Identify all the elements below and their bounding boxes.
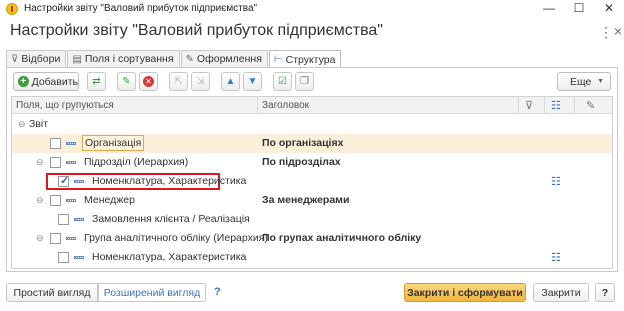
row-field-label[interactable]: Номенклатура, Характеристика (92, 251, 246, 263)
row-field-label[interactable]: Менеджер (84, 194, 135, 206)
field-icon (66, 237, 76, 240)
row-checkbox[interactable] (50, 157, 61, 168)
tab-label: Оформлення (196, 53, 262, 65)
collapse-icon[interactable]: ⊖ (36, 157, 44, 168)
tab-label: Поля і сортування (84, 53, 174, 65)
column-divider (544, 97, 545, 114)
row-checkbox[interactable] (50, 138, 61, 149)
fields-column-icon[interactable]: ☷ (551, 99, 561, 112)
row-checkbox[interactable] (50, 195, 61, 206)
maximize-button[interactable]: ☐ (568, 1, 590, 16)
more-actions-icon[interactable]: ⋮ (599, 24, 613, 41)
move-down-icon[interactable]: ▼ (243, 72, 262, 91)
collapse-icon[interactable]: ⊖ (18, 119, 26, 130)
row-checkbox[interactable] (58, 214, 69, 225)
move-in-icon[interactable]: ⇲ (191, 72, 210, 91)
add-button[interactable]: + Добавить (13, 72, 79, 91)
row-checkbox[interactable] (58, 174, 69, 187)
window-title: Настройки звіту "Валовий прибуток підпри… (24, 3, 258, 14)
tree-row[interactable]: ⊖ Менеджер За менеджерами (12, 191, 612, 210)
column-divider (518, 97, 519, 114)
structure-panel: + Добавить ⇄ ✎ ✕ ⇱ ⇲ ▲ ▼ ☑ ❐ Еще ▼ Поля,… (6, 67, 618, 272)
extended-view-button[interactable]: Розширений вигляд (98, 283, 206, 302)
tree-row[interactable]: ⊖ Підрозділ (Иерархия) По підрозділах (12, 153, 612, 172)
row-field-label[interactable]: Підрозділ (Иерархия) (84, 156, 188, 168)
add-button-label: Добавить (31, 75, 78, 88)
fields-icon: ▤ (72, 53, 82, 65)
row-field-label[interactable]: Номенклатура, Характеристика (92, 175, 246, 187)
row-field-label[interactable]: Група аналітичного обліку (Иерархия) (84, 232, 268, 244)
column-header-title[interactable]: Заголовок (262, 100, 309, 111)
collapse-icon[interactable]: ⊖ (36, 195, 44, 206)
minimize-button[interactable]: — (538, 1, 560, 16)
check-all-icon[interactable]: ☑ (273, 72, 292, 91)
copy-icon[interactable]: ❐ (295, 72, 314, 91)
group-add-icon[interactable]: ⇄ (87, 72, 106, 91)
fields-settings-icon[interactable]: ☷ (551, 251, 561, 264)
row-header-text[interactable]: По підрозділах (262, 156, 341, 168)
row-header-text[interactable]: По групах аналітичного обліку (262, 232, 421, 244)
appearance-column-icon[interactable]: ✎ (586, 99, 595, 112)
tree-row[interactable]: Замовлення клієнта / Реалізація (12, 210, 612, 229)
brush-icon: ✎ (185, 53, 194, 65)
field-icon (74, 256, 84, 259)
simple-view-button[interactable]: Простий вигляд (6, 283, 98, 302)
plus-icon: + (18, 76, 29, 87)
column-divider (574, 97, 575, 114)
app-logo-icon (6, 3, 18, 15)
filter-column-icon[interactable]: ⊽ (525, 99, 533, 112)
close-button[interactable]: Закрити (533, 283, 589, 302)
tree-row[interactable]: ⊖ Група аналітичного обліку (Иерархия) П… (12, 229, 612, 248)
field-icon (74, 218, 84, 221)
close-and-generate-button[interactable]: Закрити і сформувати (404, 283, 526, 302)
move-up-icon[interactable]: ▲ (221, 72, 240, 91)
help-link[interactable]: ? (214, 286, 221, 298)
filter-icon: ⊽ (11, 53, 19, 65)
close-form-button[interactable]: × (614, 23, 622, 39)
window-titlebar: Настройки звіту "Валовий прибуток підпри… (0, 0, 624, 18)
row-header-text[interactable]: По організаціях (262, 137, 343, 149)
more-button[interactable]: Еще ▼ (557, 72, 611, 91)
close-window-button[interactable]: ✕ (598, 1, 620, 16)
tab-fields-sorting[interactable]: ▤ Поля і сортування (67, 50, 180, 67)
row-field-label[interactable]: Організація (82, 135, 145, 151)
row-field-label[interactable]: Замовлення клієнта / Реалізація (92, 213, 250, 225)
tree-row[interactable]: Організація По організаціях (12, 134, 612, 153)
grid-header: Поля, що групуються Заголовок ⊽ ☷ ✎ (12, 97, 612, 114)
tab-label: Відбори (21, 53, 61, 65)
tree-row[interactable]: Номенклатура, Характеристика ☷ (12, 248, 612, 267)
row-checkbox[interactable] (58, 252, 69, 263)
fields-settings-icon[interactable]: ☷ (551, 175, 561, 188)
structure-icon: ⊢ (273, 54, 283, 65)
move-out-icon[interactable]: ⇱ (169, 72, 188, 91)
delete-icon[interactable]: ✕ (139, 72, 158, 91)
row-checkbox[interactable] (50, 233, 61, 244)
field-icon (66, 161, 76, 164)
more-button-label: Еще (570, 75, 592, 88)
column-header-fields[interactable]: Поля, що групуються (16, 100, 114, 111)
tab-structure[interactable]: ⊢ Структура (268, 50, 342, 68)
tab-strip: ⊽ Відбори ▤ Поля і сортування ✎ Оформлен… (6, 50, 342, 68)
row-header-text[interactable]: За менеджерами (262, 194, 349, 206)
tree-row-root[interactable]: ⊖ Звіт (12, 115, 612, 134)
tab-label: Структура (285, 53, 336, 66)
tree-row[interactable]: Номенклатура, Характеристика ☷ (12, 172, 612, 191)
chevron-down-icon: ▼ (597, 78, 604, 85)
collapse-icon[interactable]: ⊖ (36, 233, 44, 244)
help-button[interactable]: ? (595, 283, 615, 302)
field-icon (74, 180, 84, 183)
tab-appearance[interactable]: ✎ Оформлення (180, 50, 268, 67)
edit-icon[interactable]: ✎ (117, 72, 136, 91)
page-title: Настройки звіту "Валовий прибуток підпри… (10, 22, 383, 39)
field-icon (66, 142, 76, 145)
footer-bar: Простий вигляд Розширений вигляд ? Закри… (6, 283, 618, 303)
tab-filters[interactable]: ⊽ Відбори (6, 50, 67, 67)
column-divider (257, 97, 258, 114)
toolbar: + Добавить ⇄ ✎ ✕ ⇱ ⇲ ▲ ▼ ☑ ❐ Еще ▼ (13, 72, 611, 92)
field-icon (66, 199, 76, 202)
structure-grid: Поля, що групуються Заголовок ⊽ ☷ ✎ ⊖ Зв… (11, 96, 613, 269)
root-label: Звіт (29, 118, 49, 130)
